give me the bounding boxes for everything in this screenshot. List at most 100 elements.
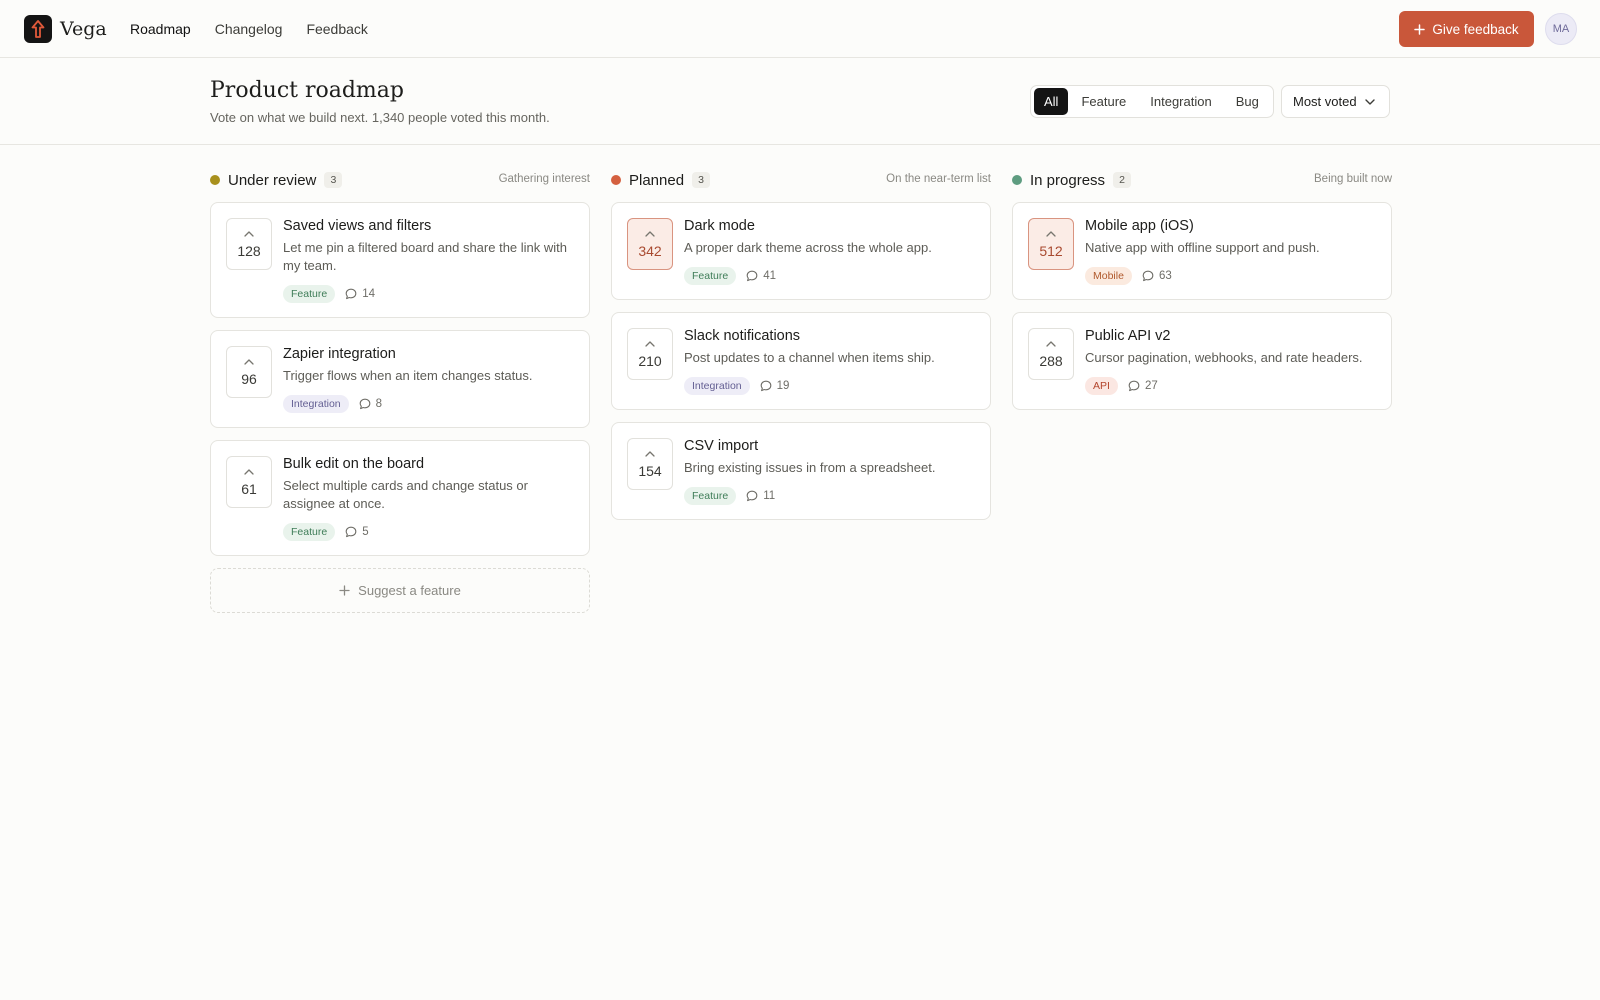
give-feedback-button[interactable]: Give feedback: [1399, 11, 1534, 47]
category-filter: All Feature Integration Bug: [1030, 85, 1274, 118]
feature-card[interactable]: 154 CSV import Bring existing issues in …: [611, 422, 991, 520]
page-title: Product roadmap: [210, 78, 404, 103]
vote-count: 96: [241, 371, 257, 387]
comment-icon: [345, 288, 357, 300]
feature-card[interactable]: 61 Bulk edit on the board Select multipl…: [210, 440, 590, 556]
filter-feature[interactable]: Feature: [1070, 88, 1137, 115]
comment-count[interactable]: 8: [359, 398, 382, 410]
comment-icon: [1142, 270, 1154, 282]
chevron-up-icon: [645, 341, 655, 347]
category-tag[interactable]: Mobile: [1085, 267, 1132, 285]
card-list: 512 Mobile app (iOS) Native app with off…: [1012, 202, 1392, 410]
feature-card[interactable]: 342 Dark mode A proper dark theme across…: [611, 202, 991, 300]
comment-number: 5: [362, 526, 369, 538]
card-meta: Mobile 63: [1085, 267, 1375, 285]
nav-roadmap[interactable]: Roadmap: [130, 21, 191, 37]
card-title: Bulk edit on the board: [283, 456, 425, 472]
filter-integration[interactable]: Integration: [1139, 88, 1222, 115]
comment-count[interactable]: 27: [1128, 380, 1158, 392]
status-dot: [611, 175, 621, 185]
comment-count[interactable]: 19: [760, 380, 790, 392]
top-nav: Vega Roadmap Changelog Feedback Give fee…: [0, 0, 1600, 58]
chevron-up-icon: [244, 231, 254, 237]
upvote-button[interactable]: 342: [627, 218, 673, 270]
brand[interactable]: Vega: [24, 15, 107, 43]
plus-icon: [339, 585, 350, 596]
vote-count: 128: [237, 243, 261, 259]
upvote-button[interactable]: 128: [226, 218, 272, 270]
filter-bug[interactable]: Bug: [1225, 88, 1270, 115]
comment-number: 27: [1144, 380, 1158, 392]
main-nav: Roadmap Changelog Feedback: [130, 0, 368, 57]
category-tag[interactable]: Feature: [283, 523, 336, 541]
card-description: Trigger flows when an item changes statu…: [283, 368, 533, 383]
comment-icon: [746, 270, 758, 282]
chevron-up-icon: [1046, 231, 1056, 237]
card-title: Public API v2: [1085, 328, 1171, 344]
comment-count[interactable]: 14: [345, 288, 375, 300]
column-header: In progress 2 Being built now: [1012, 170, 1392, 190]
column-hint: Being built now: [1314, 173, 1392, 185]
chevron-up-icon: [244, 469, 254, 475]
avatar[interactable]: MA: [1545, 13, 1577, 45]
upvote-button[interactable]: 288: [1028, 328, 1074, 380]
upvote-button[interactable]: 61: [226, 456, 272, 508]
nav-changelog[interactable]: Changelog: [215, 21, 283, 37]
card-meta: Feature 14: [283, 285, 573, 303]
category-tag[interactable]: Integration: [283, 395, 349, 413]
filter-all[interactable]: All: [1034, 88, 1069, 115]
card-title: Zapier integration: [283, 346, 396, 362]
card-title: Dark mode: [684, 218, 755, 234]
upvote-button[interactable]: 154: [627, 438, 673, 490]
chevron-up-icon: [645, 451, 655, 457]
upvote-button[interactable]: 210: [627, 328, 673, 380]
card-description: A proper dark theme across the whole app…: [684, 240, 932, 255]
card-meta: Feature 11: [684, 487, 974, 505]
column-title: In progress: [1030, 171, 1106, 189]
sort-dropdown[interactable]: Most voted: [1281, 85, 1390, 118]
column-hint: On the near-term list: [886, 173, 991, 185]
category-tag[interactable]: API: [1085, 377, 1118, 395]
comment-count[interactable]: 41: [746, 270, 776, 282]
column-planned: Planned 3 On the near-term list 342 Dark…: [611, 170, 991, 520]
card-description: Let me pin a filtered board and share th…: [283, 240, 568, 273]
comment-icon: [1128, 380, 1140, 392]
category-tag[interactable]: Integration: [684, 377, 750, 395]
comment-icon: [345, 526, 357, 538]
plus-icon: [1414, 23, 1426, 35]
suggest-feature-button[interactable]: Suggest a feature: [210, 568, 590, 613]
vote-count: 342: [638, 243, 662, 259]
category-tag[interactable]: Feature: [684, 487, 737, 505]
feature-card[interactable]: 288 Public API v2 Cursor pagination, web…: [1012, 312, 1392, 410]
brand-name: Vega: [60, 18, 107, 40]
comment-number: 19: [776, 380, 790, 392]
upvote-button[interactable]: 512: [1028, 218, 1074, 270]
comment-icon: [760, 380, 771, 392]
comment-count[interactable]: 5: [345, 526, 369, 538]
page-header: Product roadmap Vote on what we build ne…: [0, 58, 1600, 145]
chevron-down-icon: [1364, 98, 1375, 105]
card-meta: Feature 5: [283, 523, 573, 541]
upvote-button[interactable]: 96: [226, 346, 272, 398]
card-list: 128 Saved views and filters Let me pin a…: [210, 202, 590, 556]
comment-count[interactable]: 11: [746, 490, 775, 502]
feature-card[interactable]: 210 Slack notifications Post updates to …: [611, 312, 991, 410]
vote-count: 210: [638, 353, 662, 369]
sort-label: Most voted: [1293, 94, 1357, 109]
card-title: Slack notifications: [684, 328, 801, 344]
feature-card[interactable]: 512 Mobile app (iOS) Native app with off…: [1012, 202, 1392, 300]
category-tag[interactable]: Feature: [283, 285, 336, 303]
column-header: Under review 3 Gathering interest: [210, 170, 590, 190]
nav-feedback[interactable]: Feedback: [306, 21, 367, 37]
feature-card[interactable]: 128 Saved views and filters Let me pin a…: [210, 202, 590, 318]
feature-card[interactable]: 96 Zapier integration Trigger flows when…: [210, 330, 590, 428]
comment-count[interactable]: 63: [1142, 270, 1172, 282]
vote-count: 288: [1039, 353, 1063, 369]
category-tag[interactable]: Feature: [684, 267, 737, 285]
card-title: Mobile app (iOS): [1085, 218, 1194, 234]
comment-number: 11: [763, 490, 776, 502]
column-count: 3: [692, 172, 711, 188]
card-meta: API 27: [1085, 377, 1375, 395]
chevron-up-icon: [1046, 341, 1056, 347]
give-feedback-label: Give feedback: [1432, 21, 1519, 37]
